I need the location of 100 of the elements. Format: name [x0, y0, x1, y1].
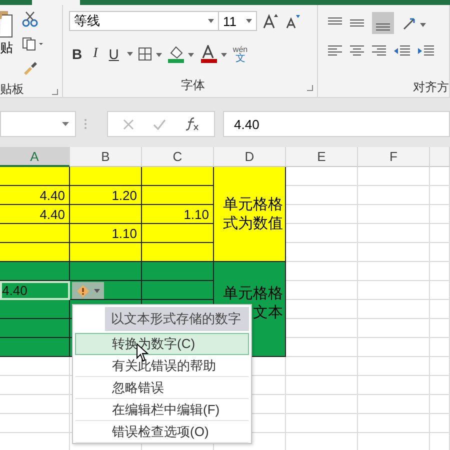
table-cell: [286, 319, 358, 338]
launcher-icon[interactable]: [52, 89, 58, 95]
table-cell: [358, 186, 430, 205]
shrink-font-icon[interactable]: [285, 13, 301, 29]
table-cell: [358, 338, 430, 357]
table-cell: [430, 300, 450, 319]
table-cell: [358, 395, 430, 414]
table-cell: [430, 262, 450, 281]
table-cell: [0, 376, 70, 395]
caret-icon: [208, 19, 214, 23]
borders-icon[interactable]: [138, 47, 162, 61]
table-cell: [286, 243, 358, 262]
table-cell: [0, 357, 70, 376]
table-cell: [358, 205, 430, 224]
format-button[interactable]: B: [69, 46, 86, 62]
table-cell: [430, 414, 450, 433]
table-cell: [430, 357, 450, 376]
table-cell: [286, 338, 358, 357]
table-cell: [430, 243, 450, 262]
table-cell: [430, 376, 450, 395]
table-cell: [286, 395, 358, 414]
table-cell: [358, 224, 430, 243]
table-cell: [430, 395, 450, 414]
font-size-dropdown[interactable]: 11: [219, 11, 257, 31]
table-cell: [430, 205, 450, 224]
table-cell: [286, 224, 358, 243]
increase-indent-icon[interactable]: [418, 45, 434, 57]
copy-icon[interactable]: [22, 37, 44, 51]
cell-text: 文本: [253, 303, 283, 322]
caret-icon[interactable]: [126, 52, 133, 56]
font-name-dropdown[interactable]: 等线: [69, 11, 219, 31]
table-cell: [286, 281, 358, 300]
table-cell: 1.10: [142, 205, 214, 224]
table-cell: [0, 414, 70, 433]
column-header[interactable]: B: [70, 147, 142, 167]
check-icon[interactable]: [152, 118, 166, 130]
menu-item[interactable]: 错误检查选项(O): [75, 421, 249, 443]
function-icon[interactable]: [184, 117, 199, 131]
column-header[interactable]: A: [0, 147, 70, 167]
group-label: 字体: [181, 76, 205, 94]
align-middle-icon[interactable]: [350, 17, 364, 29]
align-left-icon[interactable]: [328, 45, 342, 57]
error-button[interactable]: [72, 282, 104, 299]
table-cell: [358, 281, 430, 300]
table-cell: 1.10: [70, 224, 142, 243]
table-cell: [286, 167, 358, 186]
table-cell: [286, 300, 358, 319]
cell-text: 式为数值: [223, 214, 283, 233]
table-cell: [430, 319, 450, 338]
caret-icon[interactable]: [62, 122, 69, 126]
column-header[interactable]: D: [214, 147, 286, 167]
table-cell: [286, 186, 358, 205]
fill-color-icon[interactable]: [166, 45, 195, 63]
table-cell: [358, 357, 430, 376]
grip-icon: [84, 118, 87, 130]
align-center-icon[interactable]: [350, 45, 364, 57]
table-cell: 4.40: [0, 205, 70, 224]
table-cell: [358, 414, 430, 433]
brush-icon[interactable]: [22, 61, 38, 75]
table-cell: [430, 167, 450, 186]
table-cell: [358, 319, 430, 338]
paste-label[interactable]: 贴: [0, 41, 13, 55]
group-label: 贴板: [0, 80, 24, 98]
grow-font-icon[interactable]: [263, 13, 279, 29]
table-cell: 4.40: [0, 281, 70, 300]
table-cell: [286, 414, 358, 433]
formula-field[interactable]: 4.40: [223, 111, 450, 137]
table-cell: [286, 357, 358, 376]
table-cell: [0, 395, 70, 414]
menu-item[interactable]: 在编辑栏中编辑(F): [75, 399, 249, 421]
table-cell: [358, 376, 430, 395]
table-cell: [358, 167, 430, 186]
table-cell: [286, 376, 358, 395]
format-button[interactable]: I: [90, 46, 101, 62]
cell-text: 单元格格: [223, 284, 283, 303]
table-cell: [358, 243, 430, 262]
caret-icon: [246, 19, 252, 23]
menu-item[interactable]: 忽略错误: [75, 377, 249, 399]
phonetic-button[interactable]: wén 文: [232, 45, 248, 63]
align-bottom-icon[interactable]: [372, 12, 394, 34]
table-cell: [358, 262, 430, 281]
align-right-icon[interactable]: [372, 45, 386, 57]
column-header[interactable]: E: [286, 147, 358, 167]
column-header[interactable]: F: [358, 147, 430, 167]
table-cell: [286, 205, 358, 224]
table-cell: 4.40: [0, 186, 70, 205]
column-header[interactable]: C: [142, 147, 214, 167]
caret-icon: [94, 288, 100, 292]
table-cell: [430, 224, 450, 243]
launcher-icon[interactable]: [307, 85, 313, 91]
font-color-icon[interactable]: [200, 45, 228, 63]
cell-text: 单元格格: [223, 195, 283, 214]
table-cell: [430, 338, 450, 357]
decrease-indent-icon[interactable]: [394, 45, 410, 57]
table-cell: [430, 281, 450, 300]
group-label: 对齐方: [413, 78, 449, 96]
scissors-icon[interactable]: [22, 11, 38, 27]
table-cell: [358, 300, 430, 319]
format-button[interactable]: U: [106, 46, 122, 62]
warning-icon: [77, 284, 89, 296]
